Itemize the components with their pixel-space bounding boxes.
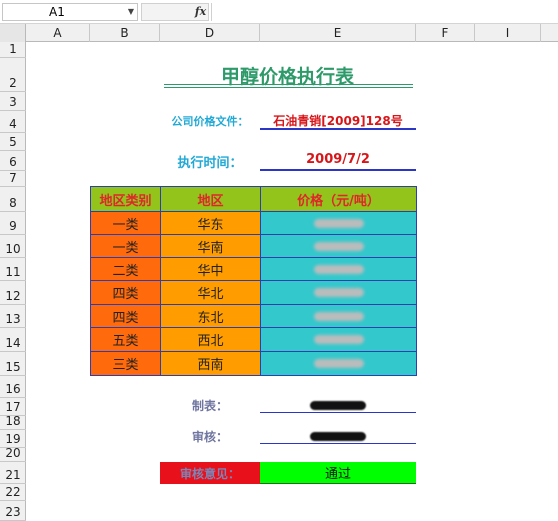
chevron-down-icon[interactable]: ▼	[124, 3, 138, 21]
price-cell[interactable]	[261, 212, 416, 235]
redacted-price	[313, 218, 364, 228]
time-value[interactable]: 2009/7/2	[260, 152, 416, 167]
redacted-price	[313, 335, 364, 344]
category-cell[interactable]: 三类	[91, 352, 161, 375]
doc-label: 公司价格文件：	[171, 115, 249, 128]
formula-input[interactable]	[211, 3, 558, 21]
redacted-price	[313, 288, 364, 297]
price-cell[interactable]	[261, 352, 416, 375]
row-header[interactable]: 3	[0, 92, 26, 111]
insert-function-icon[interactable]: fx	[192, 3, 209, 21]
category-cell[interactable]: 四类	[91, 305, 161, 328]
maker-underline	[260, 412, 416, 413]
select-all-corner[interactable]	[0, 24, 26, 42]
row-header[interactable]: 4	[0, 111, 26, 133]
redacted-price	[313, 359, 364, 368]
column-header-extra	[541, 24, 558, 42]
title-underline-second	[164, 87, 413, 88]
row-header[interactable]: 16	[0, 376, 26, 398]
opinion-value[interactable]: 通过	[260, 462, 416, 484]
time-label: 执行时间：	[177, 156, 243, 171]
region-cell[interactable]: 东北	[161, 305, 261, 328]
time-underline	[260, 169, 416, 171]
redacted-price	[313, 311, 364, 321]
row-header[interactable]: 5	[0, 133, 26, 151]
price-cell[interactable]	[261, 258, 416, 281]
region-cell[interactable]: 华南	[161, 235, 261, 258]
category-cell[interactable]: 二类	[91, 258, 161, 281]
header-price[interactable]: 价格（元/吨）	[261, 187, 416, 212]
category-cell[interactable]: 五类	[91, 328, 161, 352]
row-header[interactable]: 8	[0, 187, 26, 212]
category-cell[interactable]: 四类	[91, 281, 161, 305]
reviewer-signature	[310, 431, 366, 441]
title-underline	[164, 84, 413, 85]
reviewer-underline	[260, 443, 416, 444]
row-header[interactable]: 10	[0, 235, 26, 258]
row-header[interactable]: 15	[0, 352, 26, 376]
column-header-i[interactable]: I	[475, 24, 541, 42]
reviewer-label: 审核：	[191, 430, 228, 444]
doc-underline	[260, 128, 416, 130]
doc-value[interactable]: 石油青销[2009]128号	[260, 112, 416, 129]
header-category[interactable]: 地区类别	[91, 187, 161, 212]
region-cell[interactable]: 华北	[161, 281, 261, 305]
header-region[interactable]: 地区	[161, 187, 261, 212]
row-header[interactable]: 2	[0, 58, 26, 92]
reviewer-value[interactable]	[260, 430, 416, 442]
row-header[interactable]: 14	[0, 328, 26, 352]
row-header[interactable]: 7	[0, 171, 26, 187]
row-header[interactable]: 11	[0, 258, 26, 281]
row-header[interactable]: 13	[0, 305, 26, 328]
row-header[interactable]: 23	[0, 501, 26, 521]
row-header[interactable]: 12	[0, 281, 26, 305]
category-cell[interactable]: 一类	[91, 212, 161, 235]
maker-value[interactable]	[260, 399, 416, 411]
row-header[interactable]: 22	[0, 484, 26, 501]
row-header[interactable]: 18	[0, 414, 26, 430]
redacted-price	[313, 264, 364, 274]
column-header-e[interactable]: E	[260, 24, 416, 42]
category-cell[interactable]: 一类	[91, 235, 161, 258]
column-header-d[interactable]: D	[160, 24, 260, 42]
region-cell[interactable]: 华东	[161, 212, 261, 235]
region-cell[interactable]: 西北	[161, 328, 261, 352]
row-header[interactable]: 1	[0, 42, 26, 58]
region-cell[interactable]: 华中	[161, 258, 261, 281]
price-cell[interactable]	[261, 281, 416, 305]
column-header-b[interactable]: B	[90, 24, 160, 42]
price-cell[interactable]	[261, 328, 416, 352]
column-header-a[interactable]: A	[26, 24, 90, 42]
price-cell[interactable]	[261, 235, 416, 258]
region-cell[interactable]: 西南	[161, 352, 261, 375]
redacted-price	[313, 241, 364, 251]
maker-signature	[310, 400, 366, 410]
row-header[interactable]: 6	[0, 151, 26, 171]
name-box[interactable]: A1	[2, 3, 138, 21]
row-header[interactable]: 20	[0, 446, 26, 462]
column-header-f[interactable]: F	[416, 24, 475, 42]
row-header[interactable]: 21	[0, 462, 26, 484]
maker-label: 制表：	[191, 399, 228, 413]
price-cell[interactable]	[261, 305, 416, 328]
opinion-label: 审核意见：	[160, 462, 260, 484]
price-table: 地区类别 地区 价格（元/吨） 一类 华东 一类 华南 二类 华中 四类 华北 …	[90, 186, 417, 376]
row-header[interactable]: 9	[0, 212, 26, 235]
